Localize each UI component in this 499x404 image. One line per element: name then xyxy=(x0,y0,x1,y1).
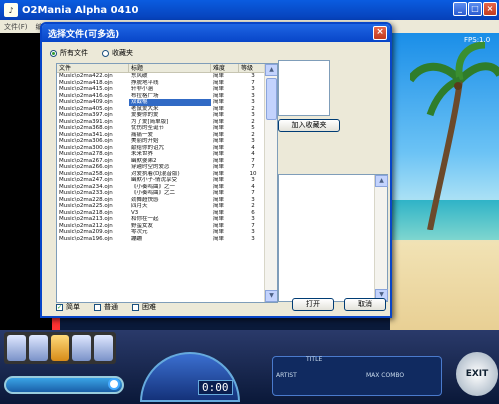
key-lane xyxy=(94,335,113,361)
minimize-button[interactable]: _ xyxy=(453,2,467,16)
song-info-panel xyxy=(272,356,442,396)
checkbox-normal[interactable]: 普通 xyxy=(94,302,118,312)
open-button[interactable]: 打开 xyxy=(292,298,334,311)
title-label: TITLE xyxy=(306,356,323,363)
scroll-up-icon[interactable]: ▲ xyxy=(375,175,388,187)
scroll-thumb[interactable] xyxy=(266,78,277,120)
cancel-button[interactable]: 取消 xyxy=(344,298,386,311)
cover-preview xyxy=(278,60,330,116)
column-level[interactable]: 等级 xyxy=(239,64,265,72)
key-lane xyxy=(50,335,70,361)
checkbox-icon: ✓ xyxy=(56,303,63,311)
key-panel xyxy=(4,332,116,364)
list-scrollbar[interactable]: ▲ ▼ xyxy=(264,64,277,302)
dialog-title: 选择文件(可多选) xyxy=(48,29,120,40)
column-title[interactable]: 标题 xyxy=(129,64,211,72)
progress-bar xyxy=(4,376,124,394)
cell-title: 蹦蹦 xyxy=(131,235,143,242)
scroll-down-icon[interactable]: ▼ xyxy=(265,290,277,302)
palm-tree-image xyxy=(410,41,499,230)
dialog-titlebar: 选择文件(可多选) xyxy=(42,24,390,42)
info-scrollbar[interactable]: ▲ ▼ xyxy=(374,175,388,301)
app-title: O2Mania Alpha 0410 xyxy=(22,4,139,16)
radio-dot xyxy=(50,49,57,57)
checkbox-hard[interactable]: 困难 xyxy=(132,302,156,312)
cell-difficulty: 简单 xyxy=(213,235,225,242)
song-list[interactable]: 文件 标题 难度 等级 Music\o2ma422.ojn 东风破 简单 3 Music… xyxy=(56,63,278,303)
list-rows: Music\o2ma422.ojn 东风破 简单 3 Music\o2ma418.ojn… xyxy=(57,73,266,242)
add-favorite-button[interactable]: 加入收藏夹 xyxy=(278,119,340,132)
dialog-close-button[interactable]: × xyxy=(373,26,387,40)
radio-favorites[interactable]: 收藏夹 xyxy=(102,48,133,58)
radio-label: 收藏夹 xyxy=(112,49,133,57)
checkbox-label: 困难 xyxy=(142,303,156,311)
difficulty-filter: ✓ 简单 普通 困难 xyxy=(56,302,156,312)
select-file-dialog: 选择文件(可多选) × 所有文件 收藏夹 文件 标题 难度 等级 Music\o… xyxy=(40,22,392,318)
radio-all-files[interactable]: 所有文件 xyxy=(50,48,88,58)
source-radio-group: 所有文件 收藏夹 xyxy=(50,48,133,58)
checkbox-icon xyxy=(94,303,101,311)
song-info-box: ▲ ▼ xyxy=(278,174,388,302)
key-lane xyxy=(7,335,26,361)
radio-dot xyxy=(102,49,109,57)
menu-file[interactable]: 文件(F) xyxy=(4,22,28,32)
key-lane xyxy=(72,335,92,361)
list-item[interactable]: Music\o2ma196.ojn 蹦蹦 简单 3 xyxy=(57,236,266,243)
key-lane xyxy=(28,335,48,361)
close-button[interactable]: × xyxy=(483,2,497,16)
window-controls: _ □ × xyxy=(453,2,497,16)
checkbox-label: 简单 xyxy=(66,303,80,311)
app-icon: ♪ xyxy=(4,3,18,17)
time-display: 0:00 xyxy=(198,380,233,395)
fps-counter: FPS:1.0 xyxy=(464,36,491,44)
max-combo-label: MAX COMBO xyxy=(366,372,405,379)
radio-label: 所有文件 xyxy=(60,49,88,57)
column-difficulty[interactable]: 难度 xyxy=(211,64,239,72)
artist-label: ARTIST xyxy=(276,372,297,379)
list-header: 文件 标题 难度 等级 xyxy=(57,64,277,73)
game-titlebar: ♪ O2Mania Alpha 0410 _ □ × xyxy=(0,0,499,20)
cell-level: 3 xyxy=(251,235,255,242)
exit-button[interactable]: EXIT xyxy=(456,352,498,396)
disc-icon xyxy=(108,378,120,390)
checkbox-easy[interactable]: ✓ 简单 xyxy=(56,302,80,312)
checkbox-icon xyxy=(132,303,139,311)
scroll-up-icon[interactable]: ▲ xyxy=(265,64,277,76)
maximize-button[interactable]: □ xyxy=(468,2,482,16)
column-file[interactable]: 文件 xyxy=(57,64,129,72)
checkbox-label: 普通 xyxy=(104,303,118,311)
cell-file: Music\o2ma196.ojn xyxy=(59,235,113,242)
